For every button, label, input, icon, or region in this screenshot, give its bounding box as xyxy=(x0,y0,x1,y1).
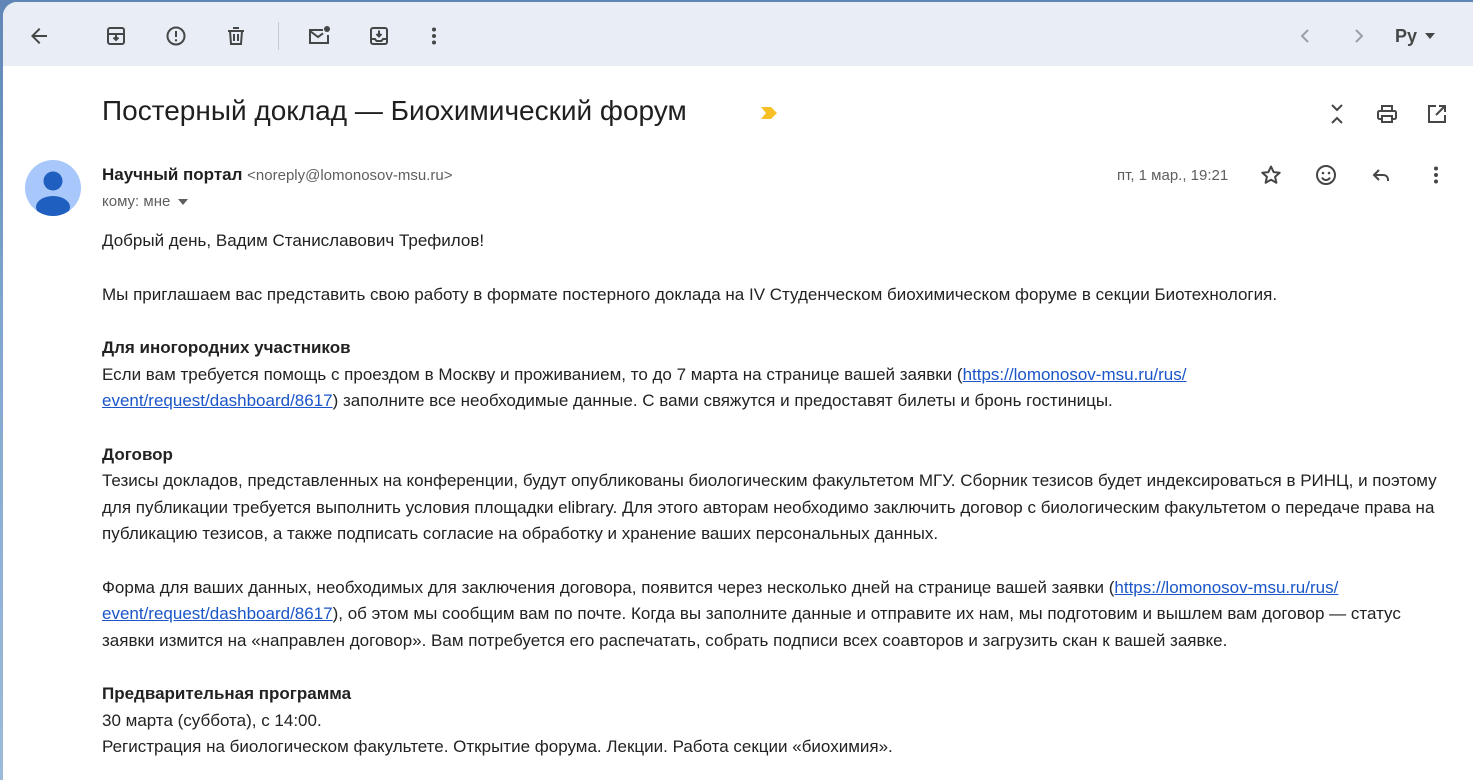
back-button[interactable] xyxy=(19,16,59,56)
more-vert-icon xyxy=(1434,166,1438,184)
move-to-button[interactable] xyxy=(359,16,399,56)
dropdown-caret-icon xyxy=(1425,33,1436,39)
travel-text-end: ) заполните все необходимые данные. С ва… xyxy=(332,391,1113,410)
form-paragraph: Форма для ваших данных, необходимых для … xyxy=(102,575,1442,655)
collapse-all-button[interactable] xyxy=(1317,94,1357,134)
language-label: Ру xyxy=(1395,25,1418,46)
print-button[interactable] xyxy=(1367,94,1407,134)
previous-email-button[interactable] xyxy=(1285,16,1325,56)
greeting-paragraph: Добрый день, Вадим Станиславович Трефило… xyxy=(102,231,485,250)
move-to-icon xyxy=(370,27,388,45)
form-text-start: Форма для ваших данных, необходимых для … xyxy=(102,577,1115,597)
email-subject: Постерный доклад — Биохимический форум xyxy=(102,95,687,126)
reply-icon xyxy=(1372,169,1389,181)
recipients-label: кому: мне xyxy=(102,193,171,210)
mark-unread-button[interactable] xyxy=(299,16,339,56)
chevron-right-icon xyxy=(1355,29,1364,43)
contract-heading: Договор xyxy=(102,444,173,464)
chevron-left-icon xyxy=(1300,29,1309,43)
message-more-button[interactable] xyxy=(1416,155,1456,195)
printer-icon xyxy=(1377,105,1397,123)
gmail-window: Ру Постерный доклад — Биохимический фору… xyxy=(3,2,1473,780)
sender-avatar[interactable] xyxy=(25,160,81,216)
dashboard-link-continued[interactable]: event/request/dashboard/8617 xyxy=(102,391,333,410)
dashboard-link-2[interactable]: https://lomonosov-msu.ru/rus/ xyxy=(1114,578,1338,597)
sender-name[interactable]: Научный портал xyxy=(102,165,242,184)
delete-button[interactable] xyxy=(216,16,256,56)
add-reaction-button[interactable] xyxy=(1306,155,1346,195)
email-date: пт, 1 мар., 19:21 xyxy=(1117,167,1229,184)
contract-section: Договор Тезисы докладов, представленных … xyxy=(102,442,1442,548)
travel-heading: Для иногородних участников xyxy=(102,338,351,357)
report-spam-button[interactable] xyxy=(156,16,196,56)
arrow-left-icon xyxy=(31,28,47,44)
open-in-new-window-button[interactable] xyxy=(1417,94,1457,134)
person-icon xyxy=(36,171,70,216)
star-icon xyxy=(1261,165,1281,184)
contract-text: Тезисы докладов, представленных на конфе… xyxy=(102,471,1437,543)
emoji-icon xyxy=(1316,165,1336,185)
archive-button[interactable] xyxy=(96,16,136,56)
program-heading: Предварительная программа xyxy=(102,684,352,703)
archive-icon xyxy=(107,27,125,45)
program-text: Регистрация на биологическом факультете.… xyxy=(102,737,893,756)
recipients-toggle[interactable]: кому: мне xyxy=(102,193,189,210)
sender-line: Научный портал <noreply@lomonosov-msu.ru… xyxy=(102,165,452,185)
star-button[interactable] xyxy=(1251,155,1291,195)
invite-paragraph: Мы приглашаем вас представить свою работ… xyxy=(102,284,1278,304)
next-email-button[interactable] xyxy=(1339,16,1379,56)
importance-marker-icon[interactable] xyxy=(759,106,779,125)
dashboard-link[interactable]: https://lomonosov-msu.ru/rus/ xyxy=(963,365,1187,384)
trash-icon xyxy=(228,27,244,45)
report-spam-icon xyxy=(166,26,186,46)
travel-section: Для иногородних участников Если вам треб… xyxy=(102,335,1442,415)
program-date: 30 марта (суббота), с 14:00. xyxy=(102,710,322,730)
travel-text-start: Если вам требуется помощь с проездом в М… xyxy=(102,364,963,384)
dropdown-caret-icon xyxy=(178,198,189,205)
input-language-selector[interactable]: Ру xyxy=(1395,22,1436,50)
more-vert-icon xyxy=(432,27,436,45)
reply-button[interactable] xyxy=(1361,155,1401,195)
open-in-new-icon xyxy=(1428,105,1446,123)
more-options-button[interactable] xyxy=(414,16,454,56)
mark-unread-icon xyxy=(309,26,330,44)
dashboard-link-2-continued[interactable]: event/request/dashboard/8617 xyxy=(102,604,333,623)
sender-email: <noreply@lomonosov-msu.ru> xyxy=(247,167,453,184)
toolbar-divider xyxy=(278,22,279,50)
toolbar: Ру xyxy=(3,2,1473,66)
program-section: Предварительная программа 30 марта (субб… xyxy=(102,681,1442,761)
collapse-all-icon xyxy=(1331,104,1343,124)
email-body: Добрый день, Вадим Станиславович Трефило… xyxy=(102,228,1442,780)
